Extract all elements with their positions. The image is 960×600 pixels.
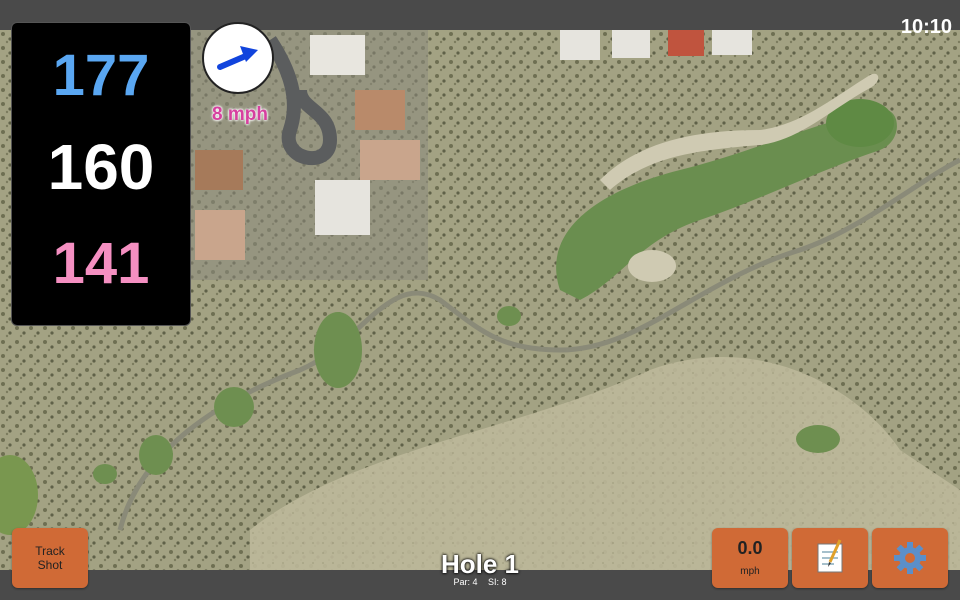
track-shot-label-line1: Track	[35, 544, 65, 558]
notepad-icon	[817, 539, 843, 573]
hole-title: Hole 1	[440, 549, 520, 579]
hole-par: Par: 4	[453, 577, 478, 587]
hole-stroke-index: SI: 8	[488, 577, 507, 587]
middle-distance: 160	[47, 131, 155, 203]
wind-indicator	[202, 22, 274, 94]
speed-unit: mph	[740, 566, 760, 577]
distance-panel: 177 160 141	[11, 22, 191, 326]
wind-speed: 8 mph	[212, 104, 268, 125]
front-distance: 141	[52, 231, 150, 296]
track-shot-label-line2: Shot	[37, 558, 63, 572]
clock: 10:10	[900, 16, 952, 38]
hole-info: Par: 4 SI: 8	[380, 577, 580, 587]
gear-icon	[894, 542, 926, 574]
back-distance: 177	[52, 43, 150, 108]
wind-direction-arrow-icon	[217, 46, 258, 70]
settings-button[interactable]	[872, 528, 948, 588]
speed-value: 0.0	[737, 538, 763, 558]
notes-button[interactable]	[792, 528, 868, 588]
speed-button[interactable]: 0.0 mph	[712, 528, 788, 588]
track-shot-button[interactable]: Track Shot	[12, 528, 88, 588]
